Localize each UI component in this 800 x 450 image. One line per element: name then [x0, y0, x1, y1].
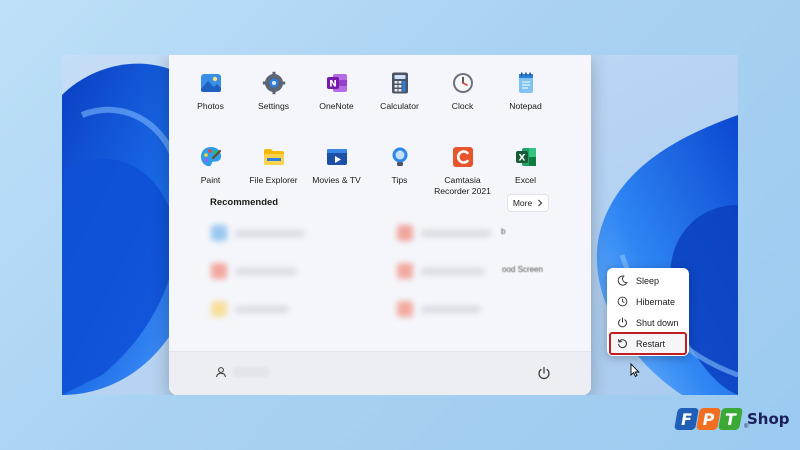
username-blurred [233, 367, 269, 377]
shut-down-icon [618, 317, 627, 328]
logo-letter-t: T [718, 408, 743, 430]
fpt-shop-logo: F P T ® Shop [674, 402, 792, 436]
app-camtasia-recorder[interactable]: Camtasia Recorder 2021 [431, 141, 494, 203]
app-onenote[interactable]: N OneNote [305, 67, 368, 129]
excel-icon: X [515, 148, 536, 166]
shut-down-label: Shut down [636, 317, 679, 328]
app-label: Calculator [380, 101, 419, 111]
paint-icon [200, 147, 221, 167]
tips-icon [392, 147, 407, 166]
recommended-heading: Recommended [210, 197, 279, 208]
start-menu-footer [169, 351, 591, 395]
restart-icon [617, 339, 627, 349]
app-photos[interactable]: Photos [179, 67, 242, 129]
logo-letter-p: P [696, 408, 721, 430]
camtasia-icon [452, 147, 473, 167]
clock-icon [452, 73, 473, 93]
photos-icon [200, 74, 221, 92]
pinned-apps-grid: Photos Settings N OneNote Calculator Clo… [179, 67, 579, 203]
recommended-item-text-fragment: ood Screen [502, 265, 543, 274]
svg-text:X: X [518, 154, 525, 164]
user-icon [216, 367, 226, 378]
sleep-label: Sleep [636, 275, 660, 286]
app-label: Camtasia Recorder 2021 [434, 175, 491, 196]
app-label: Tips [391, 175, 408, 185]
more-button[interactable]: More [507, 194, 549, 212]
app-label: Photos [197, 101, 224, 111]
file-explorer-icon [263, 149, 284, 165]
onenote-icon: N [326, 74, 347, 92]
chevron-right-icon [538, 199, 543, 207]
logo-letter-f: F [674, 408, 699, 430]
app-label: Notepad [509, 101, 542, 111]
app-label: Paint [200, 175, 221, 185]
app-tips[interactable]: Tips [368, 141, 431, 203]
start-menu: Photos Settings N OneNote Calculator Clo… [169, 55, 689, 395]
logo-registered-mark: ® [744, 424, 749, 430]
svg-text:N: N [329, 80, 337, 90]
app-label: Excel [514, 175, 536, 185]
sleep-icon [617, 275, 628, 286]
recommended-list-blurred [207, 221, 507, 329]
app-label: Settings [257, 101, 290, 111]
app-label: Movies & TV [312, 175, 361, 185]
screenshot-frame: Photos Settings N OneNote Calculator Clo… [62, 55, 738, 395]
app-label: OneNote [319, 101, 354, 111]
recommended-item-text-fragment: b [501, 227, 506, 236]
restart-option[interactable]: Restart [609, 332, 687, 355]
app-file-explorer[interactable]: File Explorer [242, 141, 305, 203]
power-icon[interactable] [537, 366, 551, 380]
hibernate-label: Hibernate [636, 296, 676, 307]
user-account-button[interactable] [215, 366, 269, 378]
power-options-menu: Sleep Hibernate Shut down Restart [607, 268, 689, 356]
movies-tv-icon [326, 149, 347, 165]
hibernate-option[interactable]: Hibernate [611, 292, 685, 311]
app-label: File Explorer [249, 175, 298, 185]
notepad-icon [518, 72, 533, 93]
shut-down-option[interactable]: Shut down [611, 313, 685, 332]
more-label: More [512, 198, 533, 208]
restart-label: Restart [636, 338, 666, 349]
app-notepad[interactable]: Notepad [494, 67, 557, 129]
app-calculator[interactable]: Calculator [368, 67, 431, 129]
app-paint[interactable]: Paint [179, 141, 242, 203]
app-label: Clock [451, 101, 474, 111]
mouse-cursor-icon [630, 363, 640, 377]
settings-icon [262, 71, 285, 95]
logo-shop-text: Shop [747, 410, 790, 428]
sleep-option[interactable]: Sleep [611, 271, 685, 290]
app-settings[interactable]: Settings [242, 67, 305, 129]
app-clock[interactable]: Clock [431, 67, 494, 129]
calculator-icon [391, 72, 408, 94]
hibernate-icon [617, 296, 628, 307]
app-movies-tv[interactable]: Movies & TV [305, 141, 368, 203]
